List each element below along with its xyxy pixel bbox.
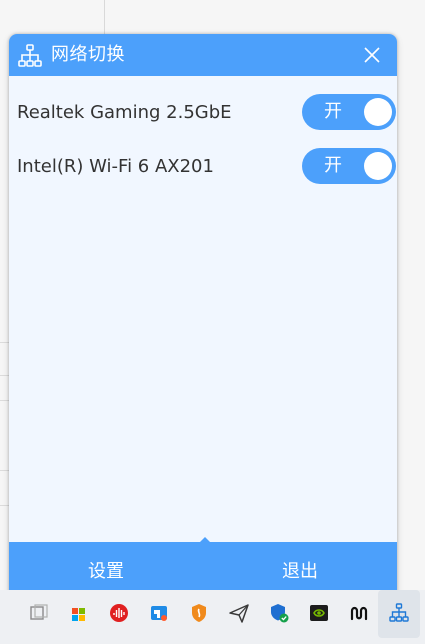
- send-arrow-icon[interactable]: [228, 602, 250, 624]
- toggle-knob: [364, 98, 392, 126]
- close-icon[interactable]: [361, 44, 383, 66]
- background-window-edge: [104, 0, 105, 34]
- audio-app-icon[interactable]: [108, 602, 130, 624]
- adapter-name: Realtek Gaming 2.5GbE: [17, 102, 232, 123]
- defender-shield-icon[interactable]: [268, 602, 290, 624]
- title-bar: 网络切换: [9, 34, 397, 76]
- toggle-knob: [364, 152, 392, 180]
- firewall-shield-icon[interactable]: [188, 602, 210, 624]
- microsoft-store-icon[interactable]: [68, 602, 90, 624]
- network-tree-icon: [18, 44, 42, 67]
- adapter-name: Intel(R) Wi-Fi 6 AX201: [17, 156, 214, 177]
- taskbar: [0, 590, 425, 644]
- toggle-label: 开: [324, 101, 342, 122]
- adapter-row-realtek: Realtek Gaming 2.5GbE 开: [9, 94, 397, 134]
- adapter-row-intel-wifi: Intel(R) Wi-Fi 6 AX201 开: [9, 148, 397, 188]
- toggle-label: 开: [324, 155, 342, 176]
- network-tree-icon[interactable]: [388, 602, 410, 624]
- task-view-icon[interactable]: [28, 602, 50, 624]
- window-title: 网络切换: [51, 44, 125, 65]
- notion-like-icon[interactable]: [348, 602, 370, 624]
- nvidia-icon[interactable]: [308, 602, 330, 624]
- adapter-toggle-realtek[interactable]: 开: [302, 94, 396, 130]
- network-switch-popup: 网络切换 Realtek Gaming 2.5GbE 开 Intel(R) Wi…: [9, 34, 397, 601]
- adapter-toggle-intel-wifi[interactable]: 开: [302, 148, 396, 184]
- tencent-app-icon[interactable]: [148, 602, 170, 624]
